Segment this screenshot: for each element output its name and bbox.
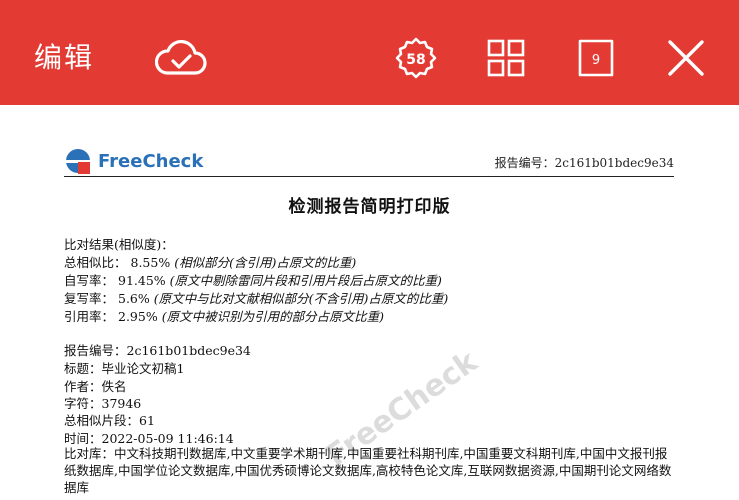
result-label: 总相似比：	[64, 255, 127, 270]
logo-icon	[66, 149, 90, 174]
info-similar-segments: 总相似片段：61	[64, 413, 155, 428]
result-self-written: 自写率： 91.45% (原文中剔除雷同片段和引用片段后占原文的比重)	[64, 270, 442, 289]
result-label: 复写率：	[64, 291, 115, 306]
page-icon[interactable]: 9	[570, 34, 622, 82]
result-copy: 复写率： 5.6% (原文中与比对文献相似部分(不含引用)占原文的比重)	[64, 288, 448, 307]
result-citation: 引用率： 2.95% (原文中被识别为引用的部分占原文比重)	[64, 306, 384, 325]
result-value: 2.95%	[118, 309, 158, 324]
edit-button[interactable]: 编辑	[34, 36, 94, 76]
result-value: 8.55%	[130, 255, 171, 270]
result-value: 91.45%	[118, 273, 166, 288]
document-header: FreeCheck 报告编号：2c161b01bdec9e34	[64, 148, 674, 178]
badge-icon[interactable]: 58	[390, 34, 442, 82]
result-note: (原文中与比对文献相似部分(不含引用)占原文的比重)	[153, 291, 449, 306]
result-note: (原文中被识别为引用的部分占原文比重)	[161, 309, 384, 324]
results-heading: 比对结果(相似度)：	[64, 237, 174, 252]
freecheck-logo: FreeCheck	[64, 148, 203, 174]
result-label: 引用率：	[64, 309, 115, 324]
grid-icon[interactable]	[480, 34, 532, 82]
badge-number: 58	[406, 52, 425, 68]
info-report-number: 报告编号：2c161b01bdec9e34	[64, 343, 251, 358]
logo-text: FreeCheck	[98, 150, 204, 172]
cloud-check-icon[interactable]	[155, 34, 207, 82]
header-report-number: 报告编号：2c161b01bdec9e34	[494, 156, 674, 170]
header-divider	[64, 176, 674, 177]
top-toolbar: 编辑 58 9	[0, 0, 739, 105]
result-total: 总相似比： 8.55% (相似部分(含引用)占原文的比重)	[64, 252, 356, 271]
result-note: (原文中剔除雷同片段和引用片段后占原文的比重)	[169, 273, 442, 288]
result-note: (相似部分(含引用)占原文的比重)	[174, 255, 357, 270]
result-value: 5.6%	[118, 291, 150, 306]
result-label: 自写率：	[64, 273, 115, 288]
page-title: 检测报告简明打印版	[288, 197, 451, 217]
page-number: 9	[592, 53, 600, 68]
info-title: 标题：毕业论文初稿1	[64, 361, 185, 376]
close-icon[interactable]	[660, 34, 712, 82]
